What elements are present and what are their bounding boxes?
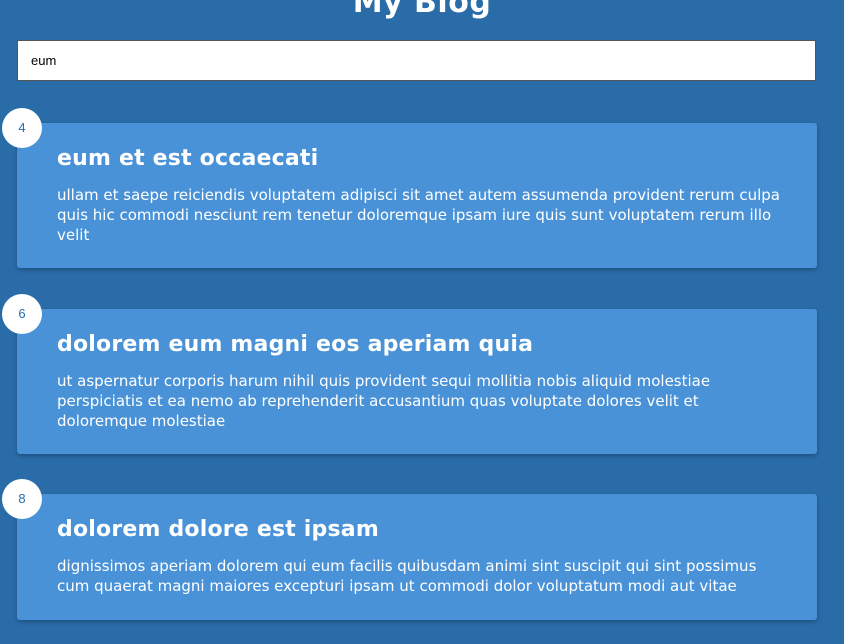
- post-title: dolorem dolore est ipsam: [57, 517, 379, 542]
- post-body: dignissimos aperiam dolorem qui eum faci…: [57, 557, 757, 595]
- post-number-badge: 6: [2, 294, 42, 334]
- post-body: ullam et saepe reiciendis voluptatem adi…: [57, 186, 780, 244]
- post-card: 8 dolorem dolore est ipsam dignissimos a…: [2, 479, 817, 620]
- post-title: dolorem eum magni eos aperiam quia: [57, 332, 534, 357]
- post-number-badge: 8: [2, 479, 42, 519]
- search-input[interactable]: [17, 40, 816, 81]
- post-card: 6 dolorem eum magni eos aperiam quia ut …: [2, 294, 817, 454]
- post-number-badge: 4: [2, 108, 42, 148]
- post-card: 4 eum et est occaecati ullam et saepe re…: [2, 108, 817, 268]
- page-title: My Blog: [352, 0, 492, 20]
- post-body: ut aspernatur corporis harum nihil quis …: [57, 372, 711, 430]
- post-title: eum et est occaecati: [57, 146, 319, 171]
